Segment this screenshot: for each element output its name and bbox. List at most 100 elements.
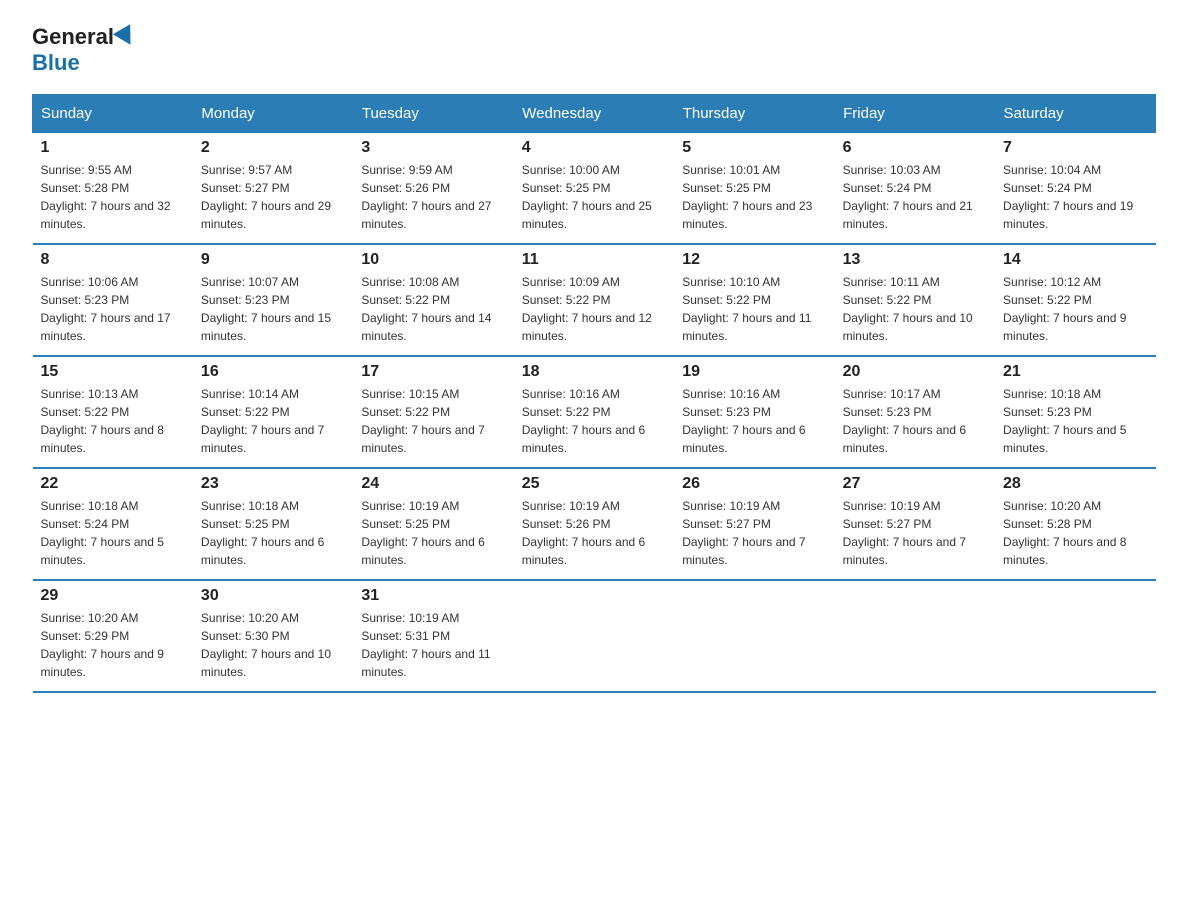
day-number: 29 bbox=[41, 587, 185, 605]
day-info: Sunrise: 10:20 AM Sunset: 5:29 PM Daylig… bbox=[41, 609, 185, 681]
day-info: Sunrise: 10:13 AM Sunset: 5:22 PM Daylig… bbox=[41, 385, 185, 457]
calendar-cell bbox=[514, 580, 674, 692]
logo: General Blue bbox=[32, 24, 138, 76]
day-info: Sunrise: 9:59 AM Sunset: 5:26 PM Dayligh… bbox=[361, 161, 505, 233]
day-info: Sunrise: 10:00 AM Sunset: 5:25 PM Daylig… bbox=[522, 161, 666, 233]
day-info: Sunrise: 10:11 AM Sunset: 5:22 PM Daylig… bbox=[843, 273, 987, 345]
calendar-cell: 15 Sunrise: 10:13 AM Sunset: 5:22 PM Day… bbox=[33, 356, 193, 468]
calendar-cell: 7 Sunrise: 10:04 AM Sunset: 5:24 PM Dayl… bbox=[995, 133, 1155, 245]
day-info: Sunrise: 9:55 AM Sunset: 5:28 PM Dayligh… bbox=[41, 161, 185, 233]
calendar-cell: 30 Sunrise: 10:20 AM Sunset: 5:30 PM Day… bbox=[193, 580, 353, 692]
day-number: 20 bbox=[843, 363, 987, 381]
day-info: Sunrise: 10:03 AM Sunset: 5:24 PM Daylig… bbox=[843, 161, 987, 233]
calendar-cell: 26 Sunrise: 10:19 AM Sunset: 5:27 PM Day… bbox=[674, 468, 834, 580]
page-header: General Blue bbox=[32, 24, 1156, 76]
day-number: 22 bbox=[41, 475, 185, 493]
calendar-cell bbox=[995, 580, 1155, 692]
day-info: Sunrise: 10:16 AM Sunset: 5:22 PM Daylig… bbox=[522, 385, 666, 457]
day-number: 14 bbox=[1003, 251, 1147, 269]
day-number: 3 bbox=[361, 139, 505, 157]
calendar-cell: 27 Sunrise: 10:19 AM Sunset: 5:27 PM Day… bbox=[835, 468, 995, 580]
calendar-cell: 4 Sunrise: 10:00 AM Sunset: 5:25 PM Dayl… bbox=[514, 133, 674, 245]
day-number: 17 bbox=[361, 363, 505, 381]
calendar-cell: 2 Sunrise: 9:57 AM Sunset: 5:27 PM Dayli… bbox=[193, 133, 353, 245]
calendar-cell bbox=[674, 580, 834, 692]
day-info: Sunrise: 10:08 AM Sunset: 5:22 PM Daylig… bbox=[361, 273, 505, 345]
day-number: 24 bbox=[361, 475, 505, 493]
weekday-header-monday: Monday bbox=[193, 95, 353, 133]
day-info: Sunrise: 9:57 AM Sunset: 5:27 PM Dayligh… bbox=[201, 161, 345, 233]
day-number: 27 bbox=[843, 475, 987, 493]
calendar-cell: 18 Sunrise: 10:16 AM Sunset: 5:22 PM Day… bbox=[514, 356, 674, 468]
day-info: Sunrise: 10:17 AM Sunset: 5:23 PM Daylig… bbox=[843, 385, 987, 457]
day-number: 4 bbox=[522, 139, 666, 157]
day-info: Sunrise: 10:10 AM Sunset: 5:22 PM Daylig… bbox=[682, 273, 826, 345]
day-number: 28 bbox=[1003, 475, 1147, 493]
calendar-cell: 9 Sunrise: 10:07 AM Sunset: 5:23 PM Dayl… bbox=[193, 244, 353, 356]
day-number: 16 bbox=[201, 363, 345, 381]
weekday-header-sunday: Sunday bbox=[33, 95, 193, 133]
calendar-cell: 12 Sunrise: 10:10 AM Sunset: 5:22 PM Day… bbox=[674, 244, 834, 356]
day-number: 31 bbox=[361, 587, 505, 605]
day-number: 15 bbox=[41, 363, 185, 381]
calendar-cell: 28 Sunrise: 10:20 AM Sunset: 5:28 PM Day… bbox=[995, 468, 1155, 580]
calendar-cell: 21 Sunrise: 10:18 AM Sunset: 5:23 PM Day… bbox=[995, 356, 1155, 468]
day-info: Sunrise: 10:19 AM Sunset: 5:27 PM Daylig… bbox=[682, 497, 826, 569]
day-info: Sunrise: 10:04 AM Sunset: 5:24 PM Daylig… bbox=[1003, 161, 1147, 233]
calendar-cell: 20 Sunrise: 10:17 AM Sunset: 5:23 PM Day… bbox=[835, 356, 995, 468]
calendar-cell: 22 Sunrise: 10:18 AM Sunset: 5:24 PM Day… bbox=[33, 468, 193, 580]
day-number: 11 bbox=[522, 251, 666, 269]
calendar-cell: 31 Sunrise: 10:19 AM Sunset: 5:31 PM Day… bbox=[353, 580, 513, 692]
day-info: Sunrise: 10:18 AM Sunset: 5:25 PM Daylig… bbox=[201, 497, 345, 569]
day-number: 30 bbox=[201, 587, 345, 605]
weekday-header-tuesday: Tuesday bbox=[353, 95, 513, 133]
calendar-cell: 17 Sunrise: 10:15 AM Sunset: 5:22 PM Day… bbox=[353, 356, 513, 468]
day-number: 2 bbox=[201, 139, 345, 157]
calendar-cell: 3 Sunrise: 9:59 AM Sunset: 5:26 PM Dayli… bbox=[353, 133, 513, 245]
day-info: Sunrise: 10:01 AM Sunset: 5:25 PM Daylig… bbox=[682, 161, 826, 233]
day-info: Sunrise: 10:14 AM Sunset: 5:22 PM Daylig… bbox=[201, 385, 345, 457]
calendar-cell: 24 Sunrise: 10:19 AM Sunset: 5:25 PM Day… bbox=[353, 468, 513, 580]
calendar-table: SundayMondayTuesdayWednesdayThursdayFrid… bbox=[32, 94, 1156, 693]
day-info: Sunrise: 10:19 AM Sunset: 5:25 PM Daylig… bbox=[361, 497, 505, 569]
day-number: 21 bbox=[1003, 363, 1147, 381]
day-number: 1 bbox=[41, 139, 185, 157]
calendar-cell: 19 Sunrise: 10:16 AM Sunset: 5:23 PM Day… bbox=[674, 356, 834, 468]
weekday-header-friday: Friday bbox=[835, 95, 995, 133]
day-number: 7 bbox=[1003, 139, 1147, 157]
calendar-cell: 13 Sunrise: 10:11 AM Sunset: 5:22 PM Day… bbox=[835, 244, 995, 356]
calendar-cell: 8 Sunrise: 10:06 AM Sunset: 5:23 PM Dayl… bbox=[33, 244, 193, 356]
day-number: 8 bbox=[41, 251, 185, 269]
day-info: Sunrise: 10:20 AM Sunset: 5:28 PM Daylig… bbox=[1003, 497, 1147, 569]
calendar-week-row: 15 Sunrise: 10:13 AM Sunset: 5:22 PM Day… bbox=[33, 356, 1156, 468]
calendar-cell: 23 Sunrise: 10:18 AM Sunset: 5:25 PM Day… bbox=[193, 468, 353, 580]
calendar-week-row: 1 Sunrise: 9:55 AM Sunset: 5:28 PM Dayli… bbox=[33, 133, 1156, 245]
day-number: 13 bbox=[843, 251, 987, 269]
day-info: Sunrise: 10:07 AM Sunset: 5:23 PM Daylig… bbox=[201, 273, 345, 345]
day-number: 10 bbox=[361, 251, 505, 269]
day-number: 19 bbox=[682, 363, 826, 381]
day-number: 12 bbox=[682, 251, 826, 269]
calendar-cell: 29 Sunrise: 10:20 AM Sunset: 5:29 PM Day… bbox=[33, 580, 193, 692]
day-number: 23 bbox=[201, 475, 345, 493]
day-number: 25 bbox=[522, 475, 666, 493]
weekday-header-wednesday: Wednesday bbox=[514, 95, 674, 133]
calendar-cell bbox=[835, 580, 995, 692]
logo-blue-text: Blue bbox=[32, 50, 80, 76]
weekday-header-row: SundayMondayTuesdayWednesdayThursdayFrid… bbox=[33, 95, 1156, 133]
calendar-cell: 6 Sunrise: 10:03 AM Sunset: 5:24 PM Dayl… bbox=[835, 133, 995, 245]
day-info: Sunrise: 10:20 AM Sunset: 5:30 PM Daylig… bbox=[201, 609, 345, 681]
day-number: 9 bbox=[201, 251, 345, 269]
day-info: Sunrise: 10:16 AM Sunset: 5:23 PM Daylig… bbox=[682, 385, 826, 457]
day-number: 18 bbox=[522, 363, 666, 381]
logo-arrow-icon bbox=[113, 24, 139, 50]
calendar-cell: 11 Sunrise: 10:09 AM Sunset: 5:22 PM Day… bbox=[514, 244, 674, 356]
day-number: 5 bbox=[682, 139, 826, 157]
day-info: Sunrise: 10:06 AM Sunset: 5:23 PM Daylig… bbox=[41, 273, 185, 345]
calendar-cell: 16 Sunrise: 10:14 AM Sunset: 5:22 PM Day… bbox=[193, 356, 353, 468]
weekday-header-thursday: Thursday bbox=[674, 95, 834, 133]
day-info: Sunrise: 10:09 AM Sunset: 5:22 PM Daylig… bbox=[522, 273, 666, 345]
day-number: 26 bbox=[682, 475, 826, 493]
day-info: Sunrise: 10:19 AM Sunset: 5:31 PM Daylig… bbox=[361, 609, 505, 681]
weekday-header-saturday: Saturday bbox=[995, 95, 1155, 133]
